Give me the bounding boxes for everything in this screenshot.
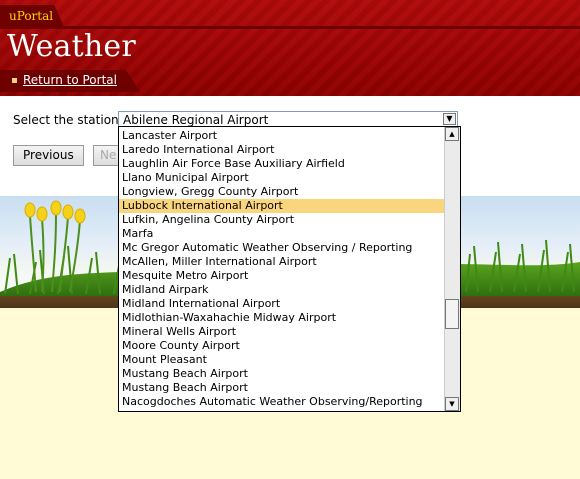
previous-button[interactable]: Previous (13, 145, 84, 166)
dropdown-option[interactable]: Marfa (119, 227, 445, 241)
dropdown-option[interactable]: Mesquite Metro Airport (119, 269, 445, 283)
page-title: Weather (7, 29, 136, 64)
dropdown-option[interactable]: Mc Gregor Automatic Weather Observing / … (119, 241, 445, 255)
dropdown-option[interactable]: Mustang Beach Airport (119, 381, 445, 395)
station-select-value: Abilene Regional Airport (123, 113, 269, 127)
page-header: uPortal Weather Return to Portal (0, 0, 580, 96)
dropdown-option[interactable]: Lancaster Airport (119, 129, 445, 143)
scrollbar-thumb[interactable] (445, 299, 459, 329)
bullet-icon (12, 78, 17, 83)
dropdown-option[interactable]: Midlothian-Waxahachie Midway Airport (119, 311, 445, 325)
dropdown-option[interactable]: Nacogdoches Automatic Weather Observing/… (119, 395, 445, 409)
dropdown-option[interactable]: Lubbock International Airport (119, 199, 445, 213)
next-button[interactable]: Ne (93, 145, 121, 166)
arrow-down-icon[interactable]: ▼ (445, 397, 459, 411)
dropdown-option[interactable]: Midland Airpark (119, 283, 445, 297)
dropdown-option[interactable]: Moore County Airport (119, 339, 445, 353)
return-to-portal-link[interactable]: Return to Portal (23, 73, 117, 87)
dropdown-option[interactable]: Mount Pleasant (119, 353, 445, 367)
dropdown-option[interactable]: Midland International Airport (119, 297, 445, 311)
dropdown-scrollbar[interactable]: ▲ ▼ (444, 127, 460, 411)
station-options: Lancaster Airport Laredo International Ai… (119, 129, 445, 409)
station-dropdown-list[interactable]: Lancaster Airport Laredo International Ai… (118, 126, 461, 412)
brand-label: uPortal (9, 9, 54, 23)
dropdown-option[interactable]: Llano Municipal Airport (119, 171, 445, 185)
dropdown-option[interactable]: Laredo International Airport (119, 143, 445, 157)
dropdown-option[interactable]: Lufkin, Angelina County Airport (119, 213, 445, 227)
station-label: Select the station: (13, 113, 123, 127)
dropdown-option[interactable]: Mustang Beach Airport (119, 367, 445, 381)
chevron-down-icon[interactable]: ▼ (443, 113, 456, 125)
dropdown-option[interactable]: Mineral Wells Airport (119, 325, 445, 339)
dropdown-option[interactable]: Longview, Gregg County Airport (119, 185, 445, 199)
dropdown-option[interactable]: Laughlin Air Force Base Auxiliary Airfie… (119, 157, 445, 171)
dropdown-option[interactable]: McAllen, Miller International Airport (119, 255, 445, 269)
arrow-up-icon[interactable]: ▲ (445, 127, 459, 141)
station-select[interactable]: Abilene Regional Airport ▼ (118, 111, 458, 127)
